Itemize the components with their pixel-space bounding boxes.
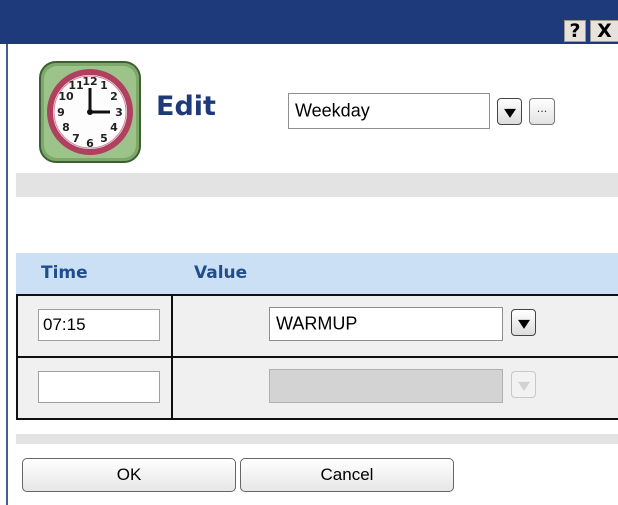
grid-line (16, 294, 618, 296)
time-input[interactable] (38, 371, 160, 403)
grid-header: Time Value (16, 253, 618, 294)
title-bar: ? X (0, 0, 618, 44)
value-select-disabled[interactable] (269, 369, 503, 403)
grid-line (16, 356, 618, 358)
schedule-dropdown-button[interactable] (497, 98, 522, 125)
svg-text:12: 12 (82, 75, 97, 88)
svg-text:11: 11 (68, 79, 83, 92)
time-input[interactable]: 07:15 (38, 309, 160, 341)
page-title: Edit (156, 91, 216, 122)
schedule-select-value: Weekday (295, 100, 370, 121)
svg-text:8: 8 (62, 121, 70, 134)
schedule-select[interactable]: Weekday (288, 93, 490, 129)
value-column-header: Value (194, 263, 248, 283)
svg-text:3: 3 (115, 106, 123, 119)
svg-text:5: 5 (100, 132, 108, 145)
value-select[interactable]: WARMUP (269, 307, 503, 341)
svg-text:4: 4 (110, 121, 118, 134)
more-options-button[interactable]: ... (529, 98, 555, 125)
value-select-text: WARMUP (276, 313, 358, 334)
value-dropdown-button-disabled[interactable] (511, 371, 536, 398)
svg-text:7: 7 (72, 132, 80, 145)
column-divider (171, 294, 173, 420)
svg-text:2: 2 (110, 90, 118, 103)
close-button[interactable]: X (590, 20, 618, 42)
grid-left-border (16, 294, 18, 420)
svg-text:9: 9 (57, 106, 65, 119)
svg-text:6: 6 (86, 137, 94, 150)
value-dropdown-button[interactable] (511, 309, 536, 336)
cancel-button[interactable]: Cancel (240, 458, 454, 492)
time-column-header: Time (41, 263, 88, 283)
separator-band (16, 173, 618, 197)
clock-icon: 12 1 2 3 4 5 6 7 8 9 10 11 (38, 60, 142, 164)
ok-button[interactable]: OK (22, 458, 236, 492)
footer-band (16, 434, 618, 444)
svg-text:1: 1 (100, 79, 108, 92)
help-button[interactable]: ? (564, 20, 586, 42)
grid-line (16, 418, 618, 420)
